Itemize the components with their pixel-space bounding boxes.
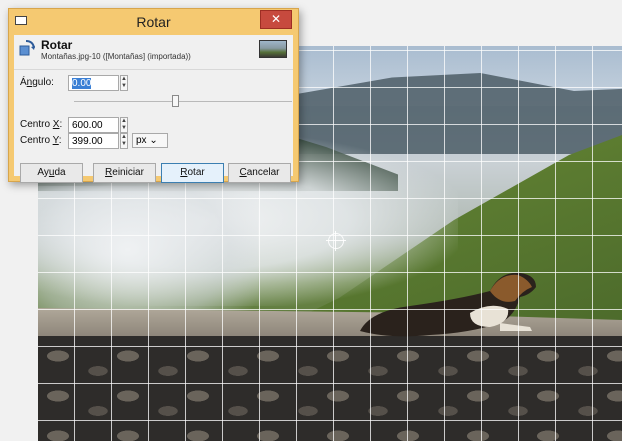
dialog-title: Rotar (136, 14, 171, 30)
center-x-spinner[interactable]: ▲ ▼ (120, 117, 128, 133)
help-button[interactable]: Ayuda (20, 163, 83, 183)
center-x-input[interactable]: 600.00 (68, 117, 119, 133)
angle-input[interactable]: 0.00 (68, 75, 119, 91)
image-thumbnail (259, 40, 287, 58)
cancel-button[interactable]: Cancelar (228, 163, 291, 183)
reset-button[interactable]: Reiniciar (93, 163, 156, 183)
dialog-header-subtitle: Montañas.jpg-10 ([Montañas] (importada)) (41, 52, 191, 61)
dialog-titlebar[interactable]: Rotar ✕ (9, 9, 298, 35)
dialog-header: Rotar Montañas.jpg-10 ([Montañas] (impor… (14, 35, 293, 70)
center-y-label: Centro Y: (20, 135, 62, 146)
chevron-down-icon: ⌄ (149, 135, 158, 146)
angle-slider-thumb[interactable] (172, 95, 179, 107)
center-y-spinner[interactable]: ▲ ▼ (120, 133, 128, 149)
angle-spinner[interactable]: ▲ ▼ (120, 75, 128, 91)
dialog-header-title: Rotar (41, 38, 73, 52)
unit-select[interactable]: px ⌄ (132, 133, 168, 148)
angle-slider-track[interactable] (74, 101, 292, 102)
close-button[interactable]: ✕ (260, 10, 292, 29)
crosshair-circle-icon[interactable] (326, 231, 346, 251)
center-x-label: Centro X: (20, 119, 63, 130)
rotate-tool-icon (19, 40, 35, 56)
rotate-button[interactable]: Rotar (161, 163, 224, 183)
angle-label: Ángulo: (20, 77, 54, 88)
center-y-input[interactable]: 399.00 (68, 133, 119, 149)
rotate-dialog: Rotar ✕ Rotar Montañas.jpg-10 ([Montañas… (8, 8, 299, 183)
dialog-body: Rotar Montañas.jpg-10 ([Montañas] (impor… (14, 35, 293, 183)
